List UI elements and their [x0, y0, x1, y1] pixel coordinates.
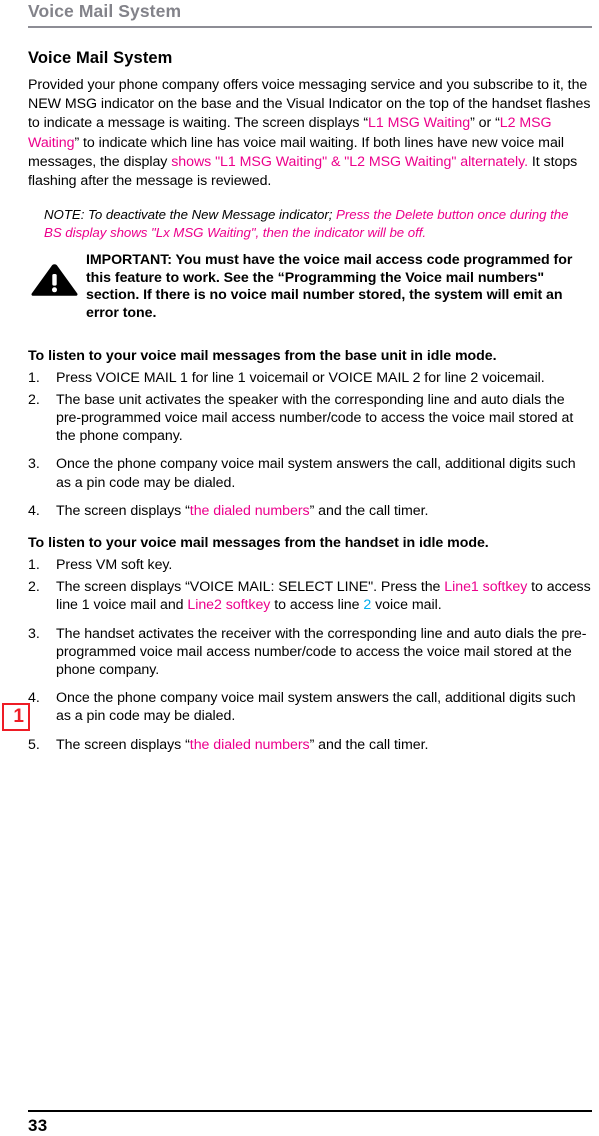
step-text-part4: voice mail.	[371, 597, 442, 614]
step-text-part2: ” and the call timer.	[309, 736, 429, 753]
step-text: The handset activates the receiver with …	[56, 625, 587, 679]
step-number: 5.	[28, 736, 40, 753]
step-text-part1: The screen displays “	[56, 736, 190, 753]
intro-paragraph: Provided your phone company offers voice…	[28, 76, 592, 191]
list-item: 3. Once the phone company voice mail syst…	[28, 455, 592, 491]
step-text: Press VOICE MAIL 1 for line 1 voicemail …	[56, 369, 545, 386]
list-item: 3. The handset activates the receiver wit…	[28, 625, 592, 680]
step-highlight-line2-softkey: Line2 softkey	[187, 597, 271, 614]
step-text-part3: to access line	[270, 597, 364, 614]
list-item: 4. The screen displays “the dialed number…	[28, 502, 592, 520]
annotation-badge-1[interactable]: 1	[2, 703, 30, 731]
step-number: 4.	[28, 502, 40, 519]
step-text-part1: The screen displays “	[56, 502, 190, 519]
list-item: 4. Once the phone company voice mail syst…	[28, 689, 592, 725]
step-number: 3.	[28, 625, 40, 642]
page-content: Voice Mail System Provided your phone co…	[2, 48, 592, 764]
list-item: 2. The base unit activates the speaker wi…	[28, 391, 592, 446]
list-item: 1. Press VM soft key.	[28, 556, 592, 574]
list-item: 5. The screen displays “the dialed number…	[28, 736, 592, 754]
step-text-part2: ” and the call timer.	[309, 502, 429, 519]
step-text: Once the phone company voice mail system…	[56, 456, 576, 491]
step-text: Once the phone company voice mail system…	[56, 690, 576, 725]
important-text: IMPORTANT: You must have the voice mail …	[86, 252, 573, 321]
page-footer: 33	[28, 1110, 592, 1136]
step-number: 1.	[28, 557, 40, 574]
base-procedure-heading: To listen to your voice mail messages fr…	[28, 347, 497, 364]
handset-procedure-heading: To listen to your voice mail messages fr…	[28, 535, 489, 552]
step-number: 3.	[28, 456, 40, 473]
important-block: IMPORTANT: You must have the voice mail …	[28, 252, 592, 322]
list-item: 1. Press VOICE MAIL 1 for line 1 voicemai…	[28, 369, 592, 387]
step-number: 2.	[28, 579, 40, 596]
step-number: 4.	[28, 690, 40, 707]
page-title: Voice Mail System	[28, 49, 173, 67]
running-header-title: Voice Mail System	[28, 1, 182, 21]
step-highlight-dialed-numbers: the dialed numbers	[189, 736, 310, 753]
intro-highlight-l1: L1 MSG Waiting	[368, 115, 471, 132]
note-block: NOTE: To deactivate the New Message indi…	[44, 206, 589, 241]
intro-text-part2: ” or “	[470, 115, 500, 132]
page-number: 33	[28, 1116, 48, 1135]
running-header: Voice Mail System	[28, 0, 592, 28]
intro-highlight-alternate: shows "L1 MSG Waiting" & "L2 MSG Waiting…	[171, 153, 528, 170]
step-number: 1.	[28, 369, 40, 386]
warning-triangle-icon	[30, 263, 79, 297]
step-text: The base unit activates the speaker with…	[56, 391, 574, 445]
document-page: Voice Mail System Voice Mail System Prov…	[0, 0, 599, 1136]
handset-procedure-steps: 1. Press VM soft key. 2. The screen displa…	[28, 556, 592, 754]
step-text-part1: The screen displays “VOICE MAIL: SELECT …	[56, 579, 445, 596]
list-item: 2. The screen displays “VOICE MAIL: SELEC…	[28, 578, 592, 614]
base-procedure-steps: 1. Press VOICE MAIL 1 for line 1 voicemai…	[28, 369, 592, 520]
step-number: 2.	[28, 391, 40, 408]
header-divider	[28, 26, 592, 28]
step-highlight-dialed-numbers: the dialed numbers	[189, 502, 310, 519]
note-label: NOTE: To deactivate the New Message indi…	[44, 207, 337, 223]
step-highlight-line1-softkey: Line1 softkey	[444, 579, 528, 596]
step-text: Press VM soft key.	[56, 557, 173, 574]
